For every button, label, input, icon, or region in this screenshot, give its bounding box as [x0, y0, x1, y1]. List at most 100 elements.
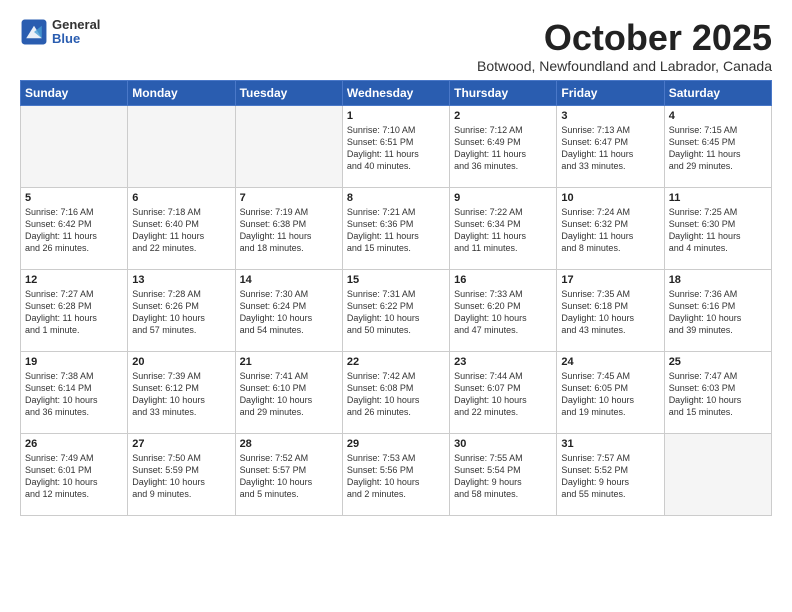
day-number: 6: [132, 192, 230, 204]
cell-info: Sunrise: 7:10 AM Sunset: 6:51 PM Dayligh…: [347, 124, 445, 173]
cell-info: Sunrise: 7:24 AM Sunset: 6:32 PM Dayligh…: [561, 206, 659, 255]
day-number: 30: [454, 438, 552, 450]
day-number: 7: [240, 192, 338, 204]
cell-info: Sunrise: 7:22 AM Sunset: 6:34 PM Dayligh…: [454, 206, 552, 255]
week-row-5: 26 Sunrise: 7:49 AM Sunset: 6:01 PM Dayli…: [21, 433, 772, 515]
calendar-cell: [128, 105, 235, 187]
calendar-cell: 21 Sunrise: 7:41 AM Sunset: 6:10 PM Dayli…: [235, 351, 342, 433]
cell-info: Sunrise: 7:13 AM Sunset: 6:47 PM Dayligh…: [561, 124, 659, 173]
day-number: 19: [25, 356, 123, 368]
day-number: 24: [561, 356, 659, 368]
calendar-cell: 19 Sunrise: 7:38 AM Sunset: 6:14 PM Dayli…: [21, 351, 128, 433]
logo-icon: [20, 18, 48, 46]
calendar-cell: 22 Sunrise: 7:42 AM Sunset: 6:08 PM Dayli…: [342, 351, 449, 433]
calendar-cell: [21, 105, 128, 187]
day-number: 14: [240, 274, 338, 286]
day-number: 8: [347, 192, 445, 204]
cell-info: Sunrise: 7:55 AM Sunset: 5:54 PM Dayligh…: [454, 452, 552, 501]
cell-info: Sunrise: 7:36 AM Sunset: 6:16 PM Dayligh…: [669, 288, 767, 337]
weekday-header-thursday: Thursday: [450, 80, 557, 105]
day-number: 11: [669, 192, 767, 204]
cell-info: Sunrise: 7:19 AM Sunset: 6:38 PM Dayligh…: [240, 206, 338, 255]
day-number: 17: [561, 274, 659, 286]
cell-info: Sunrise: 7:25 AM Sunset: 6:30 PM Dayligh…: [669, 206, 767, 255]
cell-info: Sunrise: 7:16 AM Sunset: 6:42 PM Dayligh…: [25, 206, 123, 255]
weekday-header-friday: Friday: [557, 80, 664, 105]
day-number: 18: [669, 274, 767, 286]
header: General Blue October 2025 Botwood, Newfo…: [20, 18, 772, 74]
logo-general-text: General: [52, 18, 100, 32]
calendar-cell: 9 Sunrise: 7:22 AM Sunset: 6:34 PM Daylig…: [450, 187, 557, 269]
day-number: 15: [347, 274, 445, 286]
day-number: 21: [240, 356, 338, 368]
day-number: 5: [25, 192, 123, 204]
cell-info: Sunrise: 7:53 AM Sunset: 5:56 PM Dayligh…: [347, 452, 445, 501]
day-number: 1: [347, 110, 445, 122]
cell-info: Sunrise: 7:35 AM Sunset: 6:18 PM Dayligh…: [561, 288, 659, 337]
cell-info: Sunrise: 7:12 AM Sunset: 6:49 PM Dayligh…: [454, 124, 552, 173]
location-title: Botwood, Newfoundland and Labrador, Cana…: [477, 58, 772, 74]
calendar-cell: 23Sunrise: 7:44 AM Sunset: 6:07 PM Dayli…: [450, 351, 557, 433]
day-number: 31: [561, 438, 659, 450]
cell-info: Sunrise: 7:50 AM Sunset: 5:59 PM Dayligh…: [132, 452, 230, 501]
day-number: 22: [347, 356, 445, 368]
title-area: October 2025 Botwood, Newfoundland and L…: [477, 18, 772, 74]
cell-info: Sunrise: 7:39 AM Sunset: 6:12 PM Dayligh…: [132, 370, 230, 419]
calendar-cell: 2 Sunrise: 7:12 AM Sunset: 6:49 PM Daylig…: [450, 105, 557, 187]
cell-info: Sunrise: 7:31 AM Sunset: 6:22 PM Dayligh…: [347, 288, 445, 337]
calendar-cell: 10Sunrise: 7:24 AM Sunset: 6:32 PM Dayli…: [557, 187, 664, 269]
weekday-header-tuesday: Tuesday: [235, 80, 342, 105]
calendar-cell: 28 Sunrise: 7:52 AM Sunset: 5:57 PM Dayli…: [235, 433, 342, 515]
weekday-header-monday: Monday: [128, 80, 235, 105]
calendar-cell: 3Sunrise: 7:13 AM Sunset: 6:47 PM Daylig…: [557, 105, 664, 187]
cell-info: Sunrise: 7:41 AM Sunset: 6:10 PM Dayligh…: [240, 370, 338, 419]
cell-info: Sunrise: 7:44 AM Sunset: 6:07 PM Dayligh…: [454, 370, 552, 419]
weekday-header-row: SundayMondayTuesdayWednesdayThursdayFrid…: [21, 80, 772, 105]
cell-info: Sunrise: 7:45 AM Sunset: 6:05 PM Dayligh…: [561, 370, 659, 419]
cell-info: Sunrise: 7:18 AM Sunset: 6:40 PM Dayligh…: [132, 206, 230, 255]
cell-info: Sunrise: 7:52 AM Sunset: 5:57 PM Dayligh…: [240, 452, 338, 501]
cell-info: Sunrise: 7:38 AM Sunset: 6:14 PM Dayligh…: [25, 370, 123, 419]
week-row-1: 1 Sunrise: 7:10 AM Sunset: 6:51 PM Daylig…: [21, 105, 772, 187]
calendar-cell: 29 Sunrise: 7:53 AM Sunset: 5:56 PM Dayli…: [342, 433, 449, 515]
cell-info: Sunrise: 7:42 AM Sunset: 6:08 PM Dayligh…: [347, 370, 445, 419]
calendar-cell: 6 Sunrise: 7:18 AM Sunset: 6:40 PM Daylig…: [128, 187, 235, 269]
day-number: 9: [454, 192, 552, 204]
weekday-header-sunday: Sunday: [21, 80, 128, 105]
day-number: 29: [347, 438, 445, 450]
week-row-2: 5 Sunrise: 7:16 AM Sunset: 6:42 PM Daylig…: [21, 187, 772, 269]
day-number: 13: [132, 274, 230, 286]
weekday-header-saturday: Saturday: [664, 80, 771, 105]
cell-info: Sunrise: 7:28 AM Sunset: 6:26 PM Dayligh…: [132, 288, 230, 337]
day-number: 26: [25, 438, 123, 450]
calendar: SundayMondayTuesdayWednesdayThursdayFrid…: [20, 80, 772, 516]
calendar-cell: 30 Sunrise: 7:55 AM Sunset: 5:54 PM Dayli…: [450, 433, 557, 515]
cell-info: Sunrise: 7:30 AM Sunset: 6:24 PM Dayligh…: [240, 288, 338, 337]
month-title: October 2025: [477, 18, 772, 58]
calendar-cell: 1 Sunrise: 7:10 AM Sunset: 6:51 PM Daylig…: [342, 105, 449, 187]
calendar-cell: 18 Sunrise: 7:36 AM Sunset: 6:16 PM Dayli…: [664, 269, 771, 351]
logo-text: General Blue: [52, 18, 100, 47]
day-number: 12: [25, 274, 123, 286]
calendar-cell: 25 Sunrise: 7:47 AM Sunset: 6:03 PM Dayli…: [664, 351, 771, 433]
cell-info: Sunrise: 7:21 AM Sunset: 6:36 PM Dayligh…: [347, 206, 445, 255]
day-number: 2: [454, 110, 552, 122]
cell-info: Sunrise: 7:33 AM Sunset: 6:20 PM Dayligh…: [454, 288, 552, 337]
calendar-cell: 8 Sunrise: 7:21 AM Sunset: 6:36 PM Daylig…: [342, 187, 449, 269]
calendar-cell: 14 Sunrise: 7:30 AM Sunset: 6:24 PM Dayli…: [235, 269, 342, 351]
day-number: 28: [240, 438, 338, 450]
day-number: 20: [132, 356, 230, 368]
calendar-cell: 17 Sunrise: 7:35 AM Sunset: 6:18 PM Dayli…: [557, 269, 664, 351]
cell-info: Sunrise: 7:47 AM Sunset: 6:03 PM Dayligh…: [669, 370, 767, 419]
calendar-cell: 7 Sunrise: 7:19 AM Sunset: 6:38 PM Daylig…: [235, 187, 342, 269]
cell-info: Sunrise: 7:27 AM Sunset: 6:28 PM Dayligh…: [25, 288, 123, 337]
cell-info: Sunrise: 7:57 AM Sunset: 5:52 PM Dayligh…: [561, 452, 659, 501]
calendar-cell: 31 Sunrise: 7:57 AM Sunset: 5:52 PM Dayli…: [557, 433, 664, 515]
day-number: 4: [669, 110, 767, 122]
calendar-cell: 4Sunrise: 7:15 AM Sunset: 6:45 PM Daylig…: [664, 105, 771, 187]
day-number: 25: [669, 356, 767, 368]
calendar-cell: 24 Sunrise: 7:45 AM Sunset: 6:05 PM Dayli…: [557, 351, 664, 433]
calendar-cell: 15 Sunrise: 7:31 AM Sunset: 6:22 PM Dayli…: [342, 269, 449, 351]
cell-info: Sunrise: 7:49 AM Sunset: 6:01 PM Dayligh…: [25, 452, 123, 501]
logo-blue-text: Blue: [52, 32, 100, 46]
